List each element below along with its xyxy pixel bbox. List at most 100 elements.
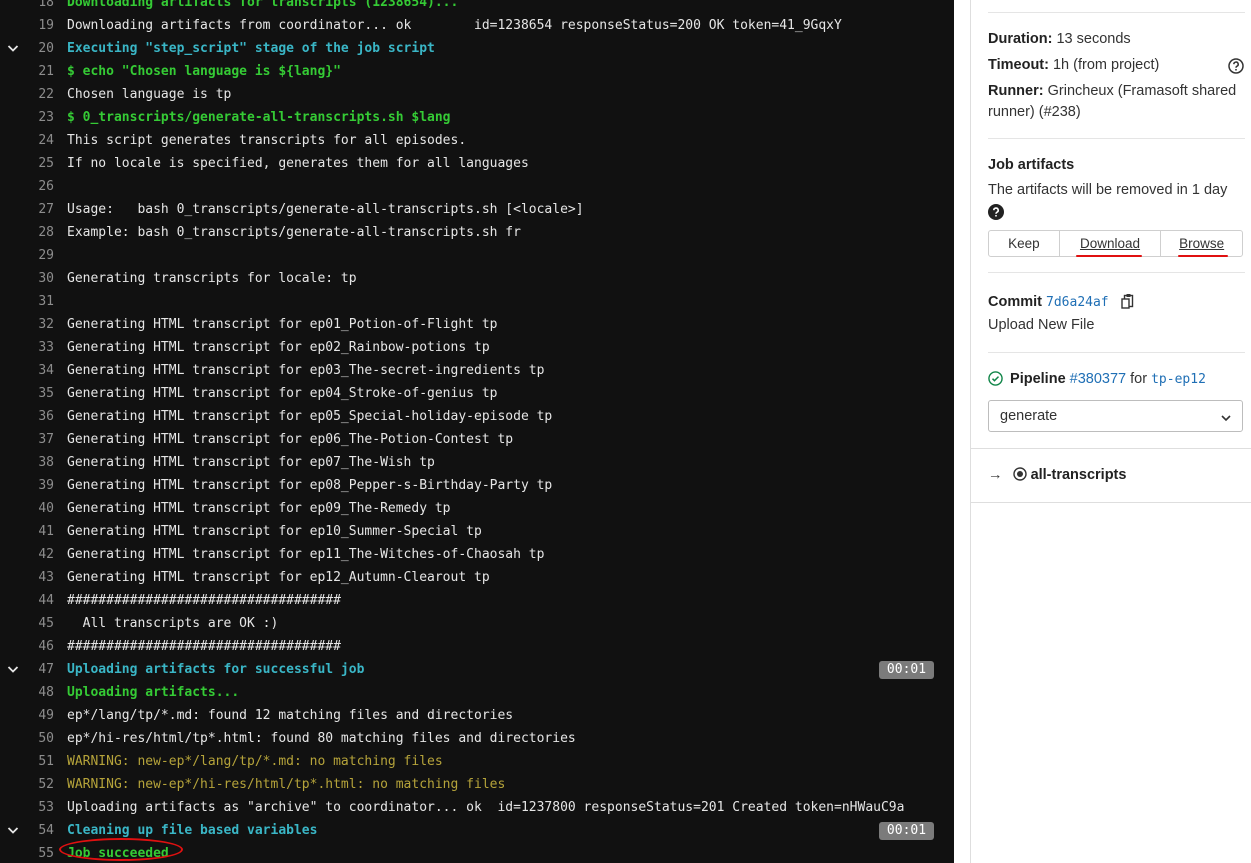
line-text: This script generates transcripts for al… (67, 133, 467, 148)
chevron-down-icon[interactable] (6, 819, 20, 842)
line-number[interactable]: 47 (22, 658, 54, 681)
line-number[interactable]: 27 (22, 198, 54, 221)
duration-value: 13 seconds (1056, 31, 1131, 47)
line-text: Generating HTML transcript for ep04_Stro… (67, 386, 498, 401)
log-line: 20 Executing "step_script" stage of the j… (0, 37, 954, 60)
runner-row: Runner: Grincheux (Framasoft shared (988, 83, 1236, 99)
log-line: 25 If no locale is specified, generates t… (0, 152, 954, 175)
duration-row: Duration: 13 seconds (988, 31, 1131, 47)
log-line: 22 Chosen language is tp (0, 83, 954, 106)
line-number[interactable]: 32 (22, 313, 54, 336)
job-name: all-transcripts (1030, 467, 1127, 483)
line-number[interactable]: 30 (22, 267, 54, 290)
chevron-down-icon[interactable] (6, 37, 20, 60)
log-line: 53 Uploading artifacts as "archive" to co… (0, 796, 954, 819)
line-number[interactable]: 40 (22, 497, 54, 520)
artifacts-title: Job artifacts (988, 157, 1075, 173)
line-number[interactable]: 21 (22, 60, 54, 83)
log-line: 50 ep*/hi-res/html/tp*.html: found 80 mat… (0, 727, 954, 750)
stage-select-value: generate (1000, 408, 1058, 424)
line-text: ep*/lang/tp/*.md: found 12 matching file… (67, 708, 514, 723)
log-line: 28 Example: bash 0_transcripts/generate-a… (0, 221, 954, 244)
line-text: Downloading artifacts from coordinator..… (67, 18, 842, 33)
browse-button[interactable]: Browse (1160, 231, 1242, 257)
line-number[interactable]: 19 (22, 14, 54, 37)
chevron-down-icon[interactable] (6, 658, 20, 681)
divider (988, 272, 1245, 273)
pipeline-for: for (1130, 371, 1148, 387)
artifacts-help-icon[interactable] (988, 204, 1004, 224)
line-number[interactable]: 46 (22, 635, 54, 658)
line-text: WARNING: new-ep*/lang/tp/*.md: no matchi… (67, 754, 443, 769)
line-number[interactable]: 33 (22, 336, 54, 359)
line-number[interactable]: 34 (22, 359, 54, 382)
status-success-icon (988, 371, 1003, 390)
commit-row: Commit 7d6a24af (988, 293, 1135, 313)
line-number[interactable]: 31 (22, 290, 54, 313)
job-item-all-transcripts[interactable]: → all-transcripts (988, 467, 1126, 485)
line-number[interactable]: 18 (22, 0, 54, 14)
log-line: 18 Downloading artifacts for transcripts … (0, 0, 954, 14)
log-line: 46 ################################### (0, 635, 954, 658)
line-number[interactable]: 37 (22, 428, 54, 451)
line-number[interactable]: 20 (22, 37, 54, 60)
line-number[interactable]: 53 (22, 796, 54, 819)
commit-link[interactable]: 7d6a24af (1046, 295, 1109, 310)
line-text: Usage: bash 0_transcripts/generate-all-t… (67, 202, 584, 217)
log-line: 27 Usage: bash 0_transcripts/generate-all… (0, 198, 954, 221)
line-number[interactable]: 26 (22, 175, 54, 198)
line-number[interactable]: 49 (22, 704, 54, 727)
help-question-icon[interactable] (1228, 58, 1244, 78)
log-line: 19 Downloading artifacts from coordinator… (0, 14, 954, 37)
line-text: Downloading artifacts for transcripts (1… (67, 0, 459, 10)
current-job-arrow-icon: → (988, 467, 1003, 483)
line-number[interactable]: 41 (22, 520, 54, 543)
line-number[interactable]: 50 (22, 727, 54, 750)
line-number[interactable]: 43 (22, 566, 54, 589)
line-number[interactable]: 24 (22, 129, 54, 152)
log-line: 48 Uploading artifacts... (0, 681, 954, 704)
line-number[interactable]: 23 (22, 106, 54, 129)
page-gutter (954, 0, 970, 863)
commit-label: Commit (988, 294, 1042, 310)
line-text: ################################### (67, 639, 341, 654)
stage-select[interactable]: generate (988, 400, 1243, 432)
line-text: Generating HTML transcript for ep06_The-… (67, 432, 514, 447)
line-text: Generating HTML transcript for ep07_The-… (67, 455, 435, 470)
line-number[interactable]: 44 (22, 589, 54, 612)
copy-clipboard-icon[interactable] (1120, 293, 1135, 313)
line-text: All transcripts are OK :) (67, 616, 279, 631)
line-number[interactable]: 38 (22, 451, 54, 474)
line-number[interactable]: 52 (22, 773, 54, 796)
line-number[interactable]: 54 (22, 819, 54, 842)
line-number[interactable]: 55 (22, 842, 54, 863)
log-line: 42 Generating HTML transcript for ep11_Th… (0, 543, 954, 566)
timeout-value: 1h (from project) (1052, 57, 1160, 73)
line-number[interactable]: 28 (22, 221, 54, 244)
line-number[interactable]: 48 (22, 681, 54, 704)
pipeline-link[interactable]: #380377 (1070, 371, 1126, 387)
log-line: 33 Generating HTML transcript for ep02_Ra… (0, 336, 954, 359)
line-number[interactable]: 25 (22, 152, 54, 175)
line-number[interactable]: 36 (22, 405, 54, 428)
keep-button[interactable]: Keep (989, 231, 1059, 256)
line-number[interactable]: 51 (22, 750, 54, 773)
log-line: 40 Generating HTML transcript for ep09_Th… (0, 497, 954, 520)
runner-value: Grincheux (Framasoft shared (1047, 83, 1237, 99)
timeout-row: Timeout: 1h (from project) (988, 57, 1245, 74)
line-text: Cleaning up file based variables (67, 823, 318, 838)
line-text: ################################### (67, 593, 341, 608)
artifacts-note: The artifacts will be removed in 1 day (988, 182, 1228, 198)
line-number[interactable]: 45 (22, 612, 54, 635)
commit-message: Upload New File (988, 317, 1095, 333)
line-number[interactable]: 29 (22, 244, 54, 267)
status-running-icon (1012, 467, 1027, 485)
download-button[interactable]: Download (1058, 231, 1161, 257)
branch-link[interactable]: tp-ep12 (1151, 372, 1206, 387)
line-number[interactable]: 39 (22, 474, 54, 497)
line-number[interactable]: 22 (22, 83, 54, 106)
line-number[interactable]: 35 (22, 382, 54, 405)
line-number[interactable]: 42 (22, 543, 54, 566)
line-text: $ 0_transcripts/generate-all-transcripts… (67, 110, 451, 125)
line-text: $ echo "Chosen language is ${lang}" (67, 64, 341, 79)
